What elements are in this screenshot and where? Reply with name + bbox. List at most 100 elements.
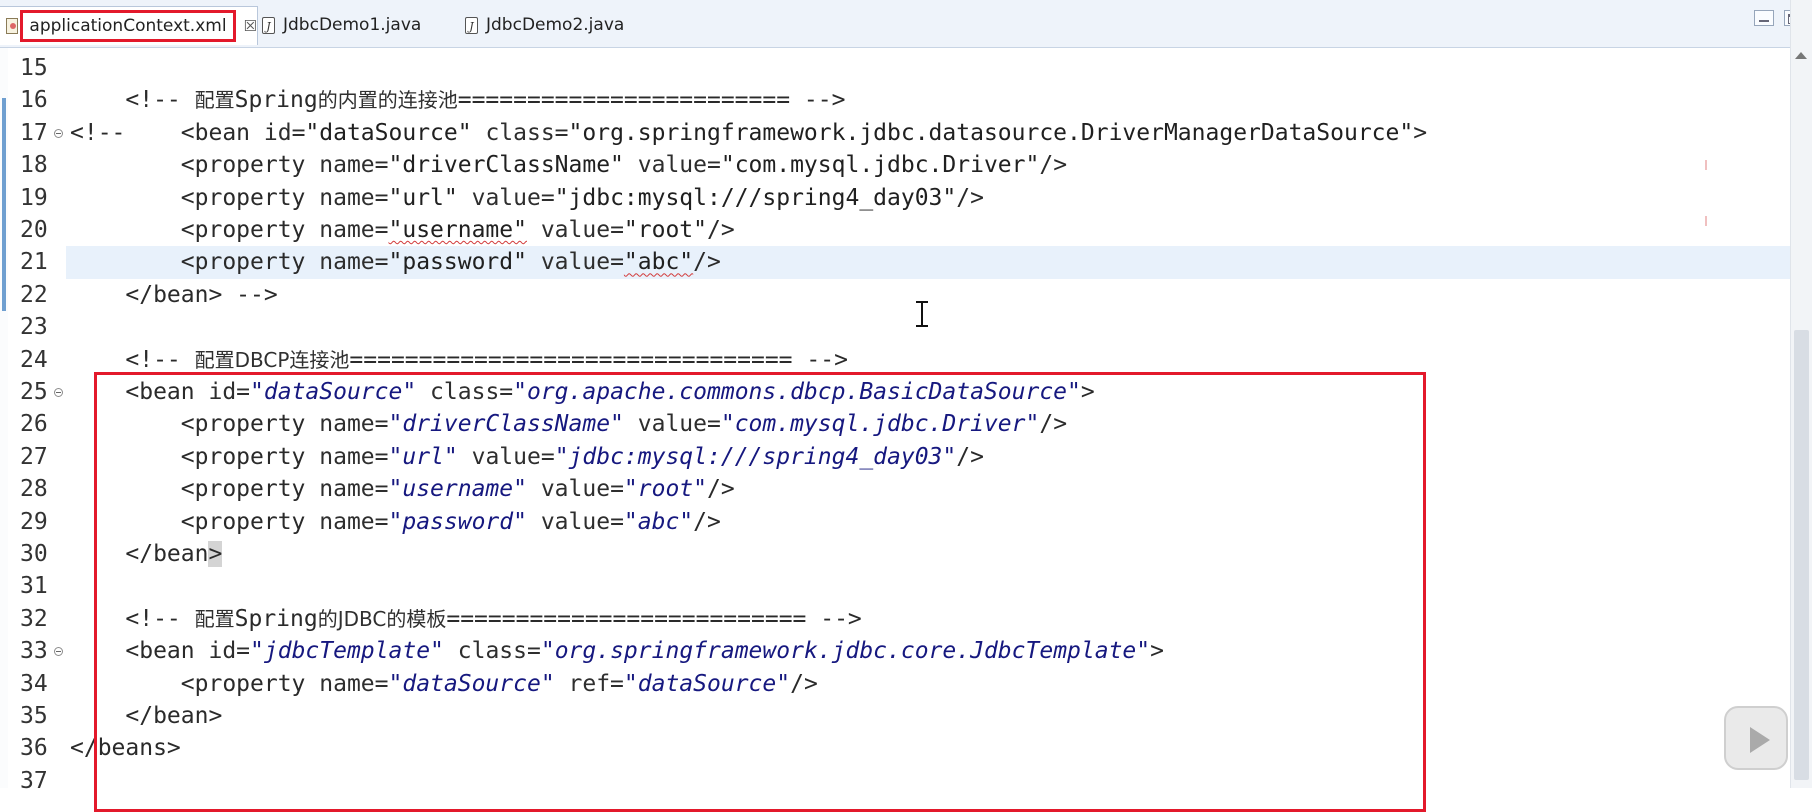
tab-jdbcdemo2-java[interactable]: J JdbcDemo2.java bbox=[465, 6, 624, 44]
code-line[interactable]: 37 bbox=[8, 765, 1790, 797]
vertical-scrollbar[interactable] bbox=[1790, 0, 1812, 788]
tab-label: JdbcDemo1.java bbox=[283, 15, 422, 35]
code-token: /> bbox=[790, 670, 818, 697]
line-number: 31 bbox=[20, 573, 48, 600]
code-text: <property name="url" value="jdbc:mysql:/… bbox=[66, 182, 1790, 214]
code-token: "root" bbox=[623, 217, 708, 243]
line-number: 21 bbox=[20, 249, 48, 276]
line-number: 37 bbox=[20, 767, 48, 794]
line-number: 24 bbox=[20, 346, 48, 373]
code-token: > bbox=[208, 541, 223, 567]
code-line[interactable]: 29 <property name="password" value="abc"… bbox=[8, 506, 1790, 538]
code-text: </beans> bbox=[66, 732, 1790, 764]
tab-application-context-xml[interactable]: applicationContext.xml ☒ bbox=[0, 6, 258, 45]
code-line[interactable]: 18 <property name="driverClassName" valu… bbox=[8, 149, 1790, 181]
code-token: </bean bbox=[70, 541, 209, 567]
code-token: name= bbox=[319, 152, 389, 179]
code-token: 连接池 bbox=[289, 347, 350, 372]
code-token: 的 bbox=[317, 606, 338, 631]
code-line[interactable]: 36 </beans> bbox=[8, 732, 1790, 764]
fold-toggle-icon[interactable] bbox=[54, 128, 63, 138]
code-line[interactable]: 17 <!-- <bean id="dataSource" class="org.… bbox=[8, 117, 1790, 149]
play-button-icon[interactable] bbox=[1724, 706, 1788, 770]
code-token: </bean> --> bbox=[70, 281, 278, 308]
code-line[interactable]: 19 <property name="url" value="jdbc:mysq… bbox=[8, 182, 1790, 214]
line-number: 23 bbox=[20, 314, 48, 341]
close-tab-icon[interactable]: ☒ bbox=[244, 17, 257, 35]
code-line[interactable]: 27 <property name="url" value="jdbc:mysq… bbox=[8, 441, 1790, 473]
line-number: 18 bbox=[20, 152, 48, 179]
code-token: <!-- bbox=[70, 119, 181, 146]
code-line[interactable]: 15 bbox=[8, 52, 1790, 84]
line-number: 35 bbox=[20, 703, 48, 729]
tab-label: JdbcDemo2.java bbox=[486, 15, 625, 35]
line-number: 32 bbox=[20, 605, 48, 632]
code-token: "username" bbox=[388, 217, 527, 243]
code-token: name= bbox=[319, 670, 389, 697]
code-line[interactable]: 21 <property name="password" value="abc"… bbox=[8, 246, 1790, 279]
java-file-icon: J bbox=[465, 16, 478, 34]
code-token: id= bbox=[208, 379, 251, 405]
code-token: "password" bbox=[388, 249, 527, 276]
code-token: "jdbc:mysql:///spring4_day03" bbox=[554, 184, 957, 211]
code-line[interactable]: 26 <property name="driverClassName" valu… bbox=[8, 408, 1790, 440]
code-line[interactable]: 16 <!-- 配置Spring的内置的连接池=================… bbox=[8, 84, 1790, 116]
tab-jdbcdemo1-java[interactable]: J JdbcDemo1.java bbox=[262, 6, 421, 44]
code-token: /> bbox=[1039, 152, 1068, 179]
code-token: "org.apache.commons.dbcp.BasicDataSource… bbox=[513, 379, 1081, 405]
code-token: "password" bbox=[388, 508, 527, 535]
code-token: "driverClassName" bbox=[388, 411, 624, 438]
code-token: Spring bbox=[234, 605, 318, 632]
code-line[interactable]: 25 <bean id="dataSource" class="org.apac… bbox=[8, 376, 1790, 408]
line-number: 19 bbox=[20, 184, 48, 211]
code-token: 配置 bbox=[194, 88, 235, 113]
code-token: class= bbox=[443, 638, 541, 665]
code-text: <property name="username" value="root"/> bbox=[66, 214, 1790, 246]
code-token: ======================== --> bbox=[457, 87, 846, 114]
scrollbar-thumb[interactable] bbox=[1794, 330, 1809, 780]
code-token: <!-- bbox=[125, 87, 195, 114]
code-token: "abc" bbox=[623, 508, 694, 535]
code-line[interactable]: 23 bbox=[8, 311, 1790, 343]
code-token: > bbox=[1150, 638, 1164, 665]
code-token: "root" bbox=[623, 476, 708, 503]
code-token: value= bbox=[457, 184, 555, 211]
code-text: <!-- <bean id="dataSource" class="org.sp… bbox=[66, 117, 1790, 149]
code-token: /> bbox=[707, 217, 735, 243]
code-line[interactable]: 32 <!-- 配置Spring的JDBC的模板================… bbox=[8, 603, 1790, 635]
line-number: 28 bbox=[20, 476, 48, 503]
code-line[interactable]: 33 <bean id="jdbcTemplate" class="org.sp… bbox=[8, 635, 1790, 667]
code-token: value= bbox=[526, 249, 624, 276]
line-number: 20 bbox=[20, 217, 48, 243]
code-line[interactable]: 31 bbox=[8, 570, 1790, 602]
code-line[interactable]: 34 <property name="dataSource" ref="data… bbox=[8, 668, 1790, 700]
code-token: value= bbox=[457, 443, 555, 470]
code-line[interactable]: 28 <property name="username" value="root… bbox=[8, 473, 1790, 505]
code-token: value= bbox=[526, 476, 624, 503]
code-token: <property bbox=[70, 249, 320, 276]
xml-editor[interactable]: 15 16 <!-- 配置Spring的内置的连接池===============… bbox=[0, 48, 1790, 812]
code-token: name= bbox=[319, 184, 389, 211]
code-token: value= bbox=[623, 411, 721, 438]
code-token: value= bbox=[623, 152, 721, 179]
code-line[interactable]: 30 </bean> bbox=[8, 538, 1790, 570]
code-token: name= bbox=[319, 411, 389, 438]
fold-toggle-icon[interactable] bbox=[54, 388, 63, 397]
code-token: ref= bbox=[554, 670, 624, 697]
java-file-icon: J bbox=[262, 16, 275, 34]
code-token: <bean bbox=[70, 379, 209, 405]
code-token: value= bbox=[526, 508, 624, 535]
scroll-up-icon[interactable] bbox=[1795, 52, 1807, 59]
code-token: <property bbox=[70, 217, 320, 243]
code-line[interactable]: 35 </bean> bbox=[8, 700, 1790, 732]
code-token: /> bbox=[693, 508, 721, 535]
minimize-icon[interactable] bbox=[1754, 10, 1774, 26]
code-token: > bbox=[1413, 119, 1428, 146]
code-line[interactable]: 20 <property name="username" value="root… bbox=[8, 214, 1790, 246]
code-token: <bean bbox=[70, 638, 209, 665]
code-line[interactable]: 22 </bean> --> bbox=[8, 279, 1790, 311]
line-number: 34 bbox=[20, 670, 48, 697]
code-line[interactable]: 24 <!-- 配置DBCP连接池=======================… bbox=[8, 344, 1790, 376]
